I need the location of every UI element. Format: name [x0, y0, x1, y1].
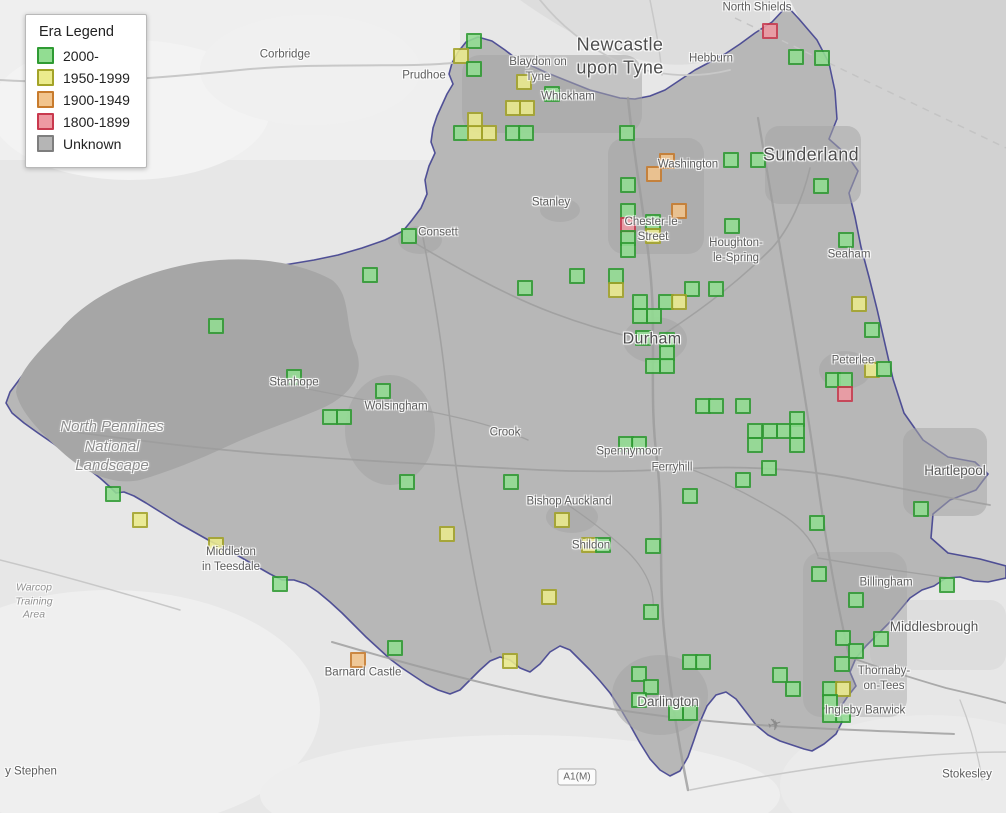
era-marker-green[interactable]	[682, 488, 698, 504]
era-marker-orange[interactable]	[350, 652, 366, 668]
era-marker-green[interactable]	[286, 369, 302, 385]
era-marker-green[interactable]	[399, 474, 415, 490]
era-marker-green[interactable]	[336, 409, 352, 425]
era-marker-green[interactable]	[695, 654, 711, 670]
era-marker-green[interactable]	[789, 437, 805, 453]
era-marker-green[interactable]	[724, 218, 740, 234]
map-canvas[interactable]: Newcastle upon Tyne Sunderland Durham Hartl…	[0, 0, 1006, 813]
era-marker-green[interactable]	[761, 460, 777, 476]
era-marker-green[interactable]	[659, 358, 675, 374]
era-marker-green[interactable]	[708, 398, 724, 414]
era-marker-green[interactable]	[813, 178, 829, 194]
legend-color-swatch-icon	[37, 113, 54, 130]
era-marker-yellow[interactable]	[481, 125, 497, 141]
era-marker-green[interactable]	[809, 515, 825, 531]
era-marker-green[interactable]	[876, 361, 892, 377]
era-marker-green[interactable]	[387, 640, 403, 656]
era-marker-yellow[interactable]	[439, 526, 455, 542]
era-marker-green[interactable]	[518, 125, 534, 141]
era-marker-green[interactable]	[811, 566, 827, 582]
era-marker-green[interactable]	[848, 643, 864, 659]
era-marker-green[interactable]	[788, 49, 804, 65]
legend-item-label: 1900-1949	[63, 91, 130, 108]
era-marker-green[interactable]	[620, 177, 636, 193]
era-marker-yellow[interactable]	[132, 512, 148, 528]
era-marker-green[interactable]	[814, 50, 830, 66]
era-marker-green[interactable]	[645, 538, 661, 554]
era-marker-green[interactable]	[646, 308, 662, 324]
era-marker-green[interactable]	[848, 592, 864, 608]
era-marker-green[interactable]	[208, 318, 224, 334]
era-marker-green[interactable]	[105, 486, 121, 502]
legend-color-swatch-icon	[37, 91, 54, 108]
era-marker-green[interactable]	[785, 681, 801, 697]
era-marker-green[interactable]	[682, 705, 698, 721]
era-marker-green[interactable]	[913, 501, 929, 517]
era-marker-green[interactable]	[466, 33, 482, 49]
era-marker-green[interactable]	[466, 61, 482, 77]
legend-color-swatch-icon	[37, 47, 54, 64]
era-marker-green[interactable]	[631, 436, 647, 452]
era-marker-green[interactable]	[517, 280, 533, 296]
era-marker-green[interactable]	[750, 152, 766, 168]
era-marker-yellow[interactable]	[671, 294, 687, 310]
legend-item: 1800-1899	[37, 113, 130, 130]
era-marker-green[interactable]	[503, 474, 519, 490]
era-marker-yellow[interactable]	[541, 589, 557, 605]
era-marker-green[interactable]	[747, 437, 763, 453]
legend-item-label: Unknown	[63, 135, 122, 152]
era-marker-green[interactable]	[595, 537, 611, 553]
legend-color-swatch-icon	[37, 135, 54, 152]
era-marker-red[interactable]	[762, 23, 778, 39]
era-marker-yellow[interactable]	[554, 512, 570, 528]
era-marker-green[interactable]	[620, 242, 636, 258]
legend-item-label: 1800-1899	[63, 113, 130, 130]
era-marker-yellow[interactable]	[519, 100, 535, 116]
legend-item: 1950-1999	[37, 69, 130, 86]
era-marker-green[interactable]	[569, 268, 585, 284]
era-marker-green[interactable]	[375, 383, 391, 399]
era-marker-green[interactable]	[401, 228, 417, 244]
legend-items: 2000- 1950-1999 1900-1949 1800-1899 Unknown	[37, 47, 130, 152]
era-marker-green[interactable]	[735, 398, 751, 414]
marker-layer	[0, 0, 1006, 813]
era-marker-yellow[interactable]	[608, 282, 624, 298]
era-marker-green[interactable]	[643, 604, 659, 620]
era-marker-red[interactable]	[837, 386, 853, 402]
era-marker-orange[interactable]	[671, 203, 687, 219]
legend-item: Unknown	[37, 135, 130, 152]
era-marker-green[interactable]	[939, 577, 955, 593]
road-badge-a1m: A1(M)	[557, 768, 597, 786]
legend-color-swatch-icon	[37, 69, 54, 86]
era-marker-green[interactable]	[723, 152, 739, 168]
era-marker-yellow[interactable]	[516, 74, 532, 90]
era-marker-green[interactable]	[864, 322, 880, 338]
era-marker-green[interactable]	[362, 267, 378, 283]
legend-title: Era Legend	[39, 24, 114, 40]
era-marker-green[interactable]	[873, 631, 889, 647]
era-marker-green[interactable]	[544, 86, 560, 102]
legend-item: 2000-	[37, 47, 130, 64]
legend-item-label: 1950-1999	[63, 69, 130, 86]
era-marker-green[interactable]	[834, 656, 850, 672]
legend-item: 1900-1949	[37, 91, 130, 108]
era-marker-green[interactable]	[708, 281, 724, 297]
era-marker-yellow[interactable]	[645, 228, 661, 244]
era-legend: Era Legend 2000- 1950-1999 1900-1949 1800-1…	[25, 14, 147, 168]
era-marker-green[interactable]	[735, 472, 751, 488]
era-marker-green[interactable]	[631, 692, 647, 708]
era-marker-yellow[interactable]	[851, 296, 867, 312]
era-marker-green[interactable]	[838, 232, 854, 248]
era-marker-green[interactable]	[272, 576, 288, 592]
legend-item-label: 2000-	[63, 47, 99, 64]
era-marker-green[interactable]	[619, 125, 635, 141]
era-marker-green[interactable]	[835, 707, 851, 723]
era-marker-orange[interactable]	[646, 166, 662, 182]
era-marker-yellow[interactable]	[502, 653, 518, 669]
era-marker-yellow[interactable]	[208, 537, 224, 553]
era-marker-green[interactable]	[635, 330, 651, 346]
